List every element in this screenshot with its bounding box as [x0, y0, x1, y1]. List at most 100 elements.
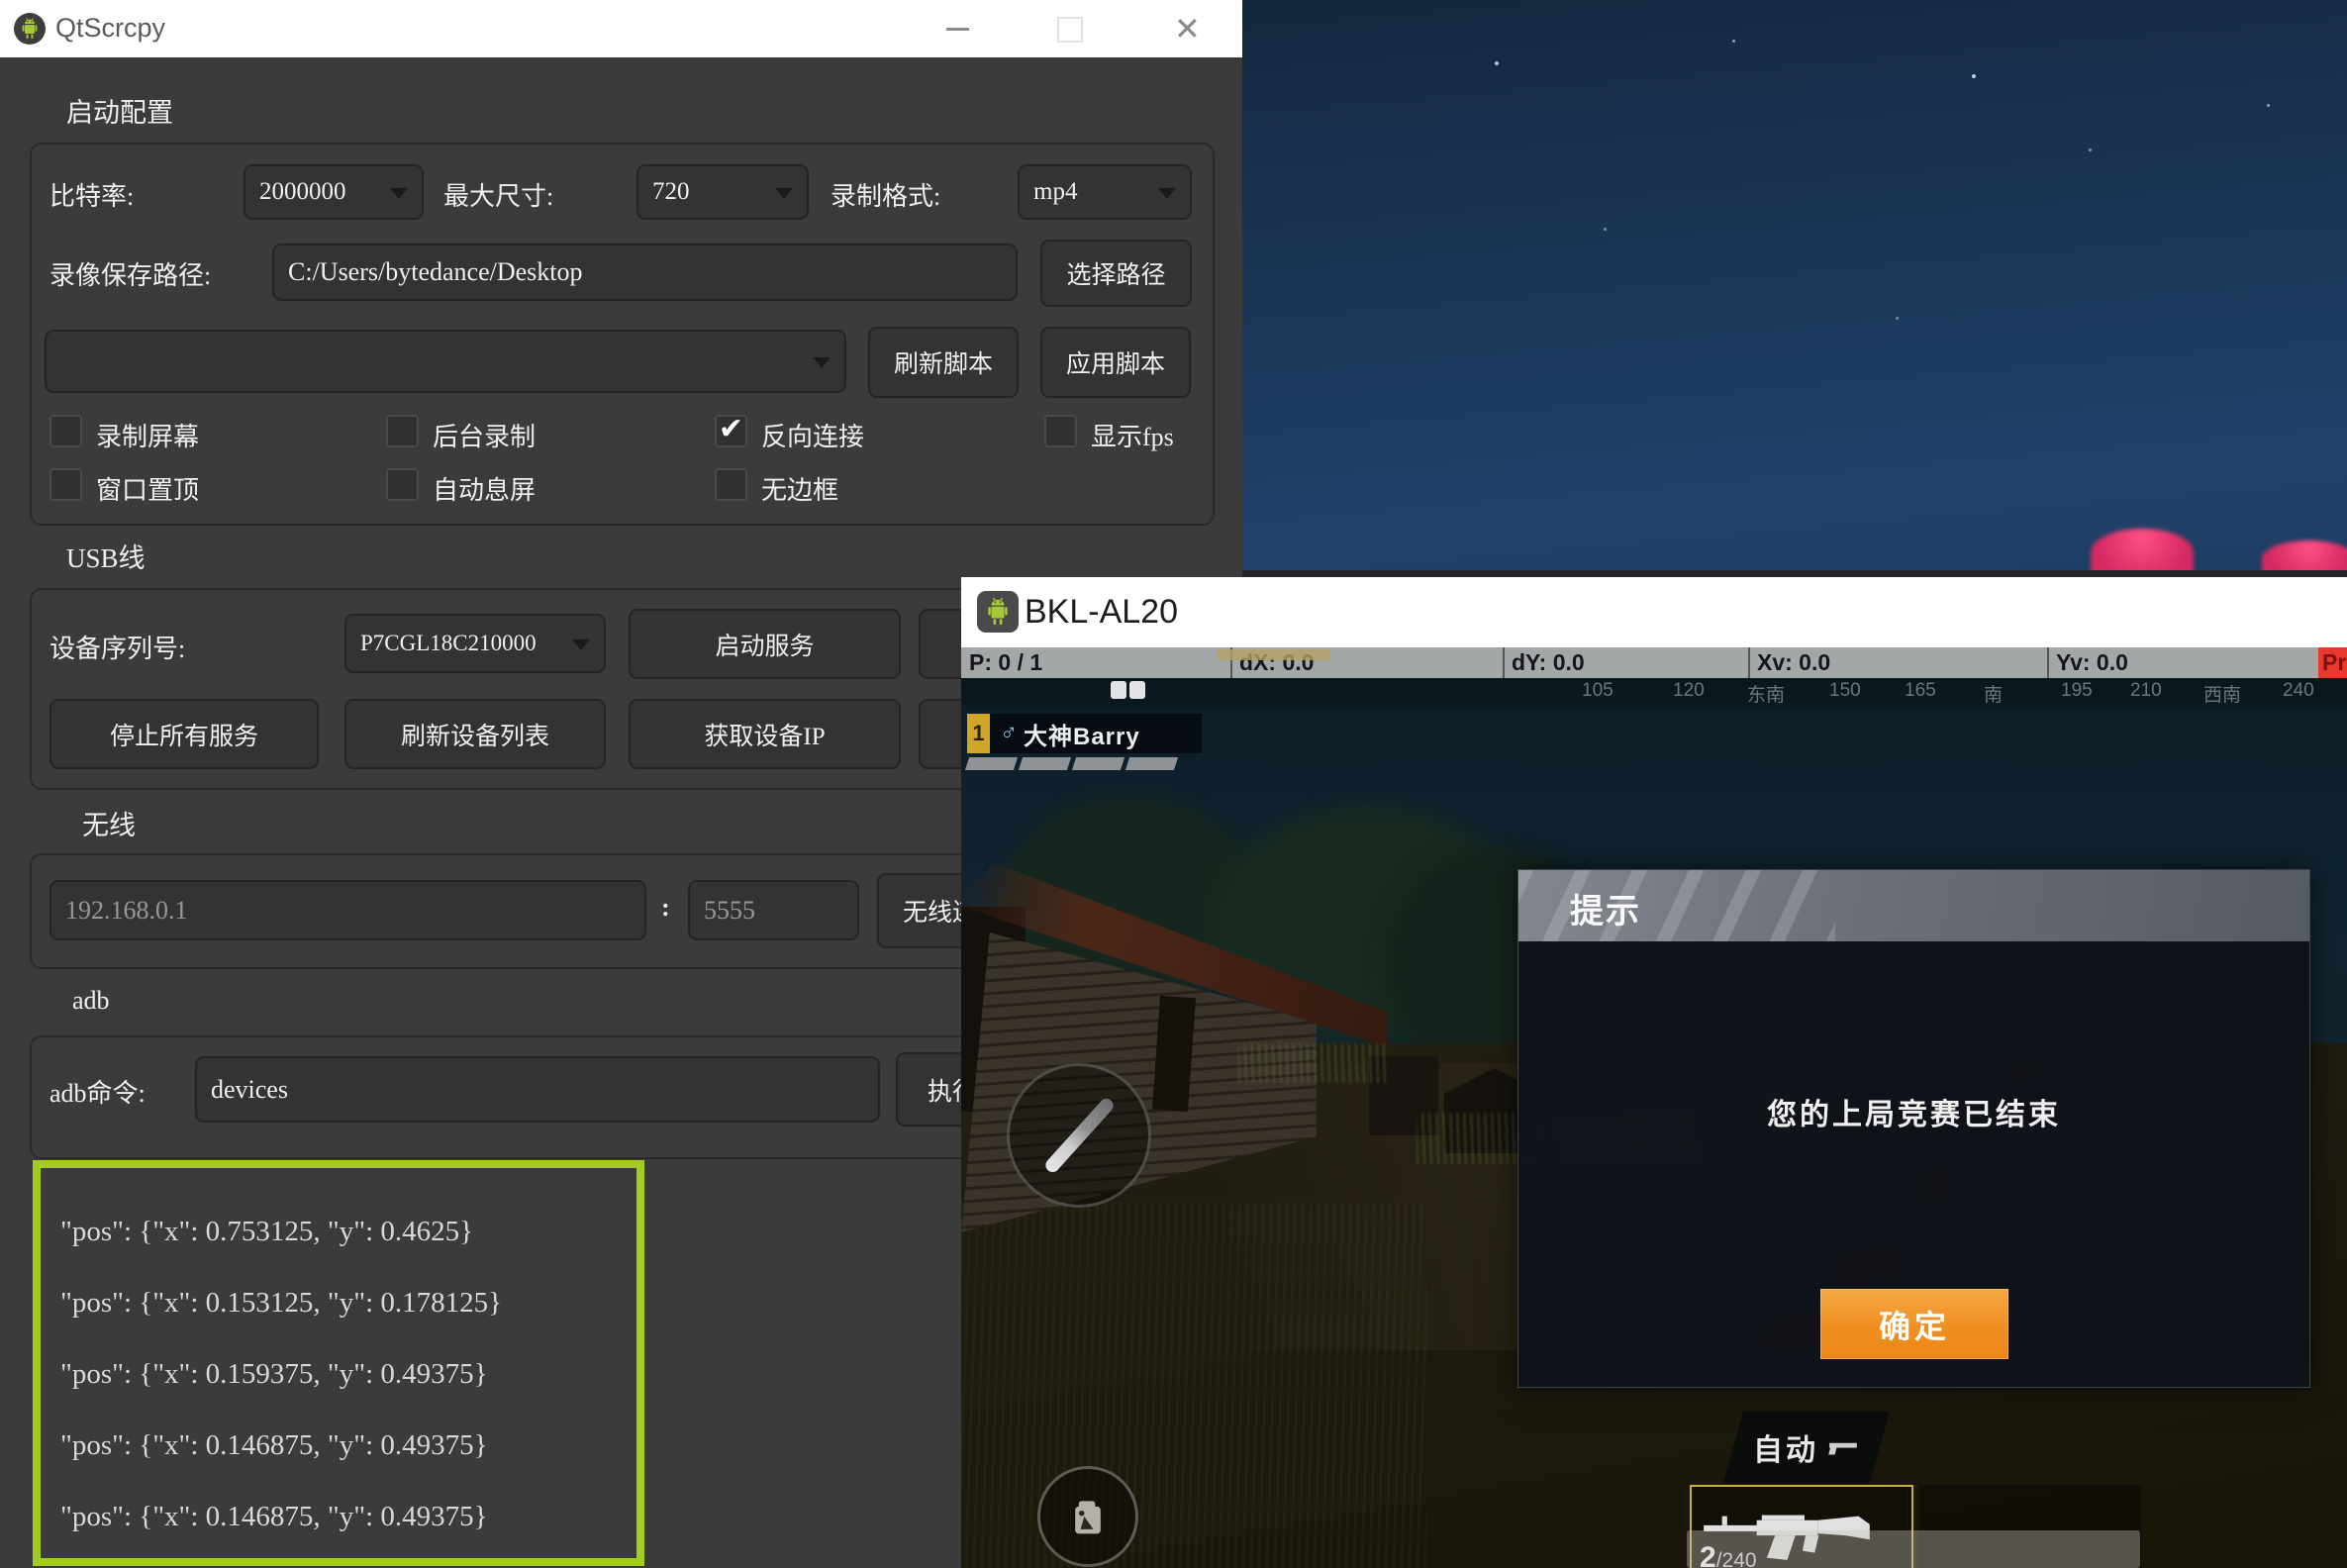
dropdown-arrow-icon	[390, 188, 408, 199]
wireless-ip-input[interactable]: 192.168.0.1	[49, 880, 646, 940]
checkbox-record-screen[interactable]	[49, 415, 82, 447]
refresh-script-button[interactable]: 刷新脚本	[868, 327, 1019, 398]
close-button[interactable]: ✕	[1156, 0, 1225, 57]
dialog-title: 提示	[1570, 884, 1641, 932]
fuel-can-button[interactable]	[1037, 1466, 1138, 1567]
screen: QtScrcpy ✕ 启动配置 比特率: 2000000 最大尺寸: 720 录…	[0, 0, 2347, 1568]
dropdown-arrow-icon	[1158, 188, 1176, 199]
gun-icon	[1828, 1438, 1860, 1456]
checkbox-always-on-top-label: 窗口置顶	[96, 470, 199, 507]
checkbox-frameless-label: 无边框	[761, 470, 838, 507]
compass-label: 195	[2061, 680, 2093, 702]
max-size-label: 最大尺寸:	[443, 176, 553, 213]
record-format-value: mp4	[1033, 178, 1077, 206]
save-path-label: 录像保存路径:	[49, 255, 211, 292]
player-badge: 1 ♂ 大神Barry	[967, 714, 1202, 753]
record-format-combo[interactable]: mp4	[1018, 164, 1192, 220]
log-output[interactable]: "pos": {"x": 0.753125, "y": 0.4625} "pos…	[33, 1160, 644, 1566]
log-line: "pos": {"x": 0.146875, "y": 0.49375}	[60, 1481, 636, 1552]
minimize-button[interactable]	[923, 0, 992, 57]
dropdown-arrow-icon	[775, 188, 793, 199]
phone-mirror-background	[1242, 0, 2347, 577]
wireless-port-input[interactable]: 5555	[688, 880, 859, 940]
checkbox-background-record-label: 后台录制	[433, 417, 536, 453]
serial-value: P7CGL18C210000	[360, 631, 537, 656]
choose-path-button[interactable]: 选择路径	[1040, 240, 1192, 307]
save-path-value: C:/Users/bytedance/Desktop	[288, 257, 583, 287]
star	[1972, 74, 1976, 78]
log-line: "pos": {"x": 0.753125, "y": 0.4625}	[60, 1196, 636, 1267]
header-streaks	[1518, 870, 1835, 941]
adb-cmd-label: adb命令:	[49, 1073, 146, 1110]
bullet-icon	[1042, 1096, 1116, 1175]
star	[1604, 228, 1607, 231]
debug-overlay-bar: P: 0 / 1 dX: 0.0 dY: 0.0 Xv: 0.0 Yv: 0.0…	[961, 647, 2347, 678]
stop-all-label: 停止所有服务	[110, 717, 258, 752]
maximize-button[interactable]	[1034, 0, 1104, 57]
indicator-square	[1129, 681, 1145, 699]
adb-cmd-value: devices	[211, 1075, 288, 1105]
compass-label: 东南	[1747, 680, 1785, 707]
checkbox-reverse-connect[interactable]: ✔	[715, 415, 747, 447]
confirm-label: 确定	[1879, 1302, 1950, 1347]
dialog-message: 您的上局竞赛已结束	[1518, 1090, 2309, 1133]
script-combo[interactable]	[45, 330, 846, 393]
checkbox-always-on-top[interactable]	[49, 468, 82, 501]
overlay-pr-badge: Pr	[2318, 647, 2347, 678]
compass-strip: 105 120 东南 150 165 南 195 210 西南 240	[961, 678, 2347, 706]
record-format-label: 录制格式:	[831, 176, 940, 213]
stop-all-services-button[interactable]: 停止所有服务	[49, 699, 319, 769]
adb-cmd-input[interactable]: devices	[195, 1056, 880, 1123]
bkl-al20-window: BKL-AL20 P: 0 / 1 dX: 0.0	[961, 577, 2347, 1568]
compass-label: 120	[1673, 680, 1705, 702]
checkbox-show-fps[interactable]	[1044, 415, 1077, 447]
get-device-ip-button[interactable]: 获取设备IP	[629, 699, 901, 769]
player-name: 大神Barry	[1024, 717, 1140, 751]
max-size-value: 720	[652, 178, 690, 206]
refresh-device-list-button[interactable]: 刷新设备列表	[344, 699, 606, 769]
dropdown-arrow-icon	[572, 639, 590, 650]
window-title: QtScrcpy	[55, 13, 165, 44]
bitrate-value: 2000000	[259, 178, 346, 206]
refresh-script-label: 刷新脚本	[894, 344, 993, 380]
get-ip-label: 获取设备IP	[704, 717, 825, 752]
close-icon: ✕	[1174, 12, 1201, 46]
log-line: "pos": {"x": 0.159375, "y": 0.49375}	[60, 1338, 636, 1410]
compass-label: 165	[1905, 680, 1936, 702]
wireless-ip-placeholder: 192.168.0.1	[65, 896, 188, 926]
choose-path-label: 选择路径	[1066, 255, 1165, 291]
video-letterbox-edge	[1242, 570, 2347, 577]
start-service-label: 启动服务	[715, 627, 814, 662]
star	[2267, 104, 2270, 107]
compass-label: 南	[1984, 680, 2003, 707]
checkbox-auto-screen-off[interactable]	[386, 468, 419, 501]
compass-marker	[1218, 649, 1330, 660]
checkbox-background-record[interactable]	[386, 415, 419, 447]
overlay-xv: Xv: 0.0	[1757, 647, 1830, 678]
checkbox-show-fps-label: 显示fps	[1091, 417, 1174, 453]
wireless-group-label: 无线	[82, 804, 136, 842]
compass-label: 105	[1582, 680, 1614, 702]
serial-combo[interactable]: P7CGL18C210000	[344, 614, 606, 673]
android-icon	[14, 13, 46, 45]
fire-mode-label: 自动	[1753, 1425, 1818, 1469]
game-screen[interactable]: P: 0 / 1 dX: 0.0 dY: 0.0 Xv: 0.0 Yv: 0.0…	[961, 647, 2347, 1568]
star	[1495, 61, 1499, 65]
indicator-square	[1111, 681, 1126, 699]
dropdown-arrow-icon	[813, 357, 831, 368]
checkbox-frameless[interactable]	[715, 468, 747, 501]
max-size-combo[interactable]: 720	[636, 164, 809, 220]
bitrate-combo[interactable]: 2000000	[244, 164, 424, 220]
save-path-field[interactable]: C:/Users/bytedance/Desktop	[272, 244, 1018, 301]
grass-tuft	[1238, 1043, 1387, 1083]
confirm-button[interactable]: 确定	[1820, 1289, 2008, 1359]
launch-config-label: 启动配置	[66, 91, 173, 130]
melee-bullet-button[interactable]	[1007, 1063, 1151, 1208]
fire-mode-banner[interactable]: 自动	[1723, 1412, 1890, 1483]
compass-label: 150	[1829, 680, 1861, 702]
star	[2089, 148, 2092, 151]
start-service-button[interactable]: 启动服务	[629, 609, 901, 679]
overlay-p: P: 0 / 1	[969, 647, 1042, 678]
apply-script-button[interactable]: 应用脚本	[1040, 327, 1191, 398]
checkbox-auto-screen-off-label: 自动息屏	[433, 470, 536, 507]
